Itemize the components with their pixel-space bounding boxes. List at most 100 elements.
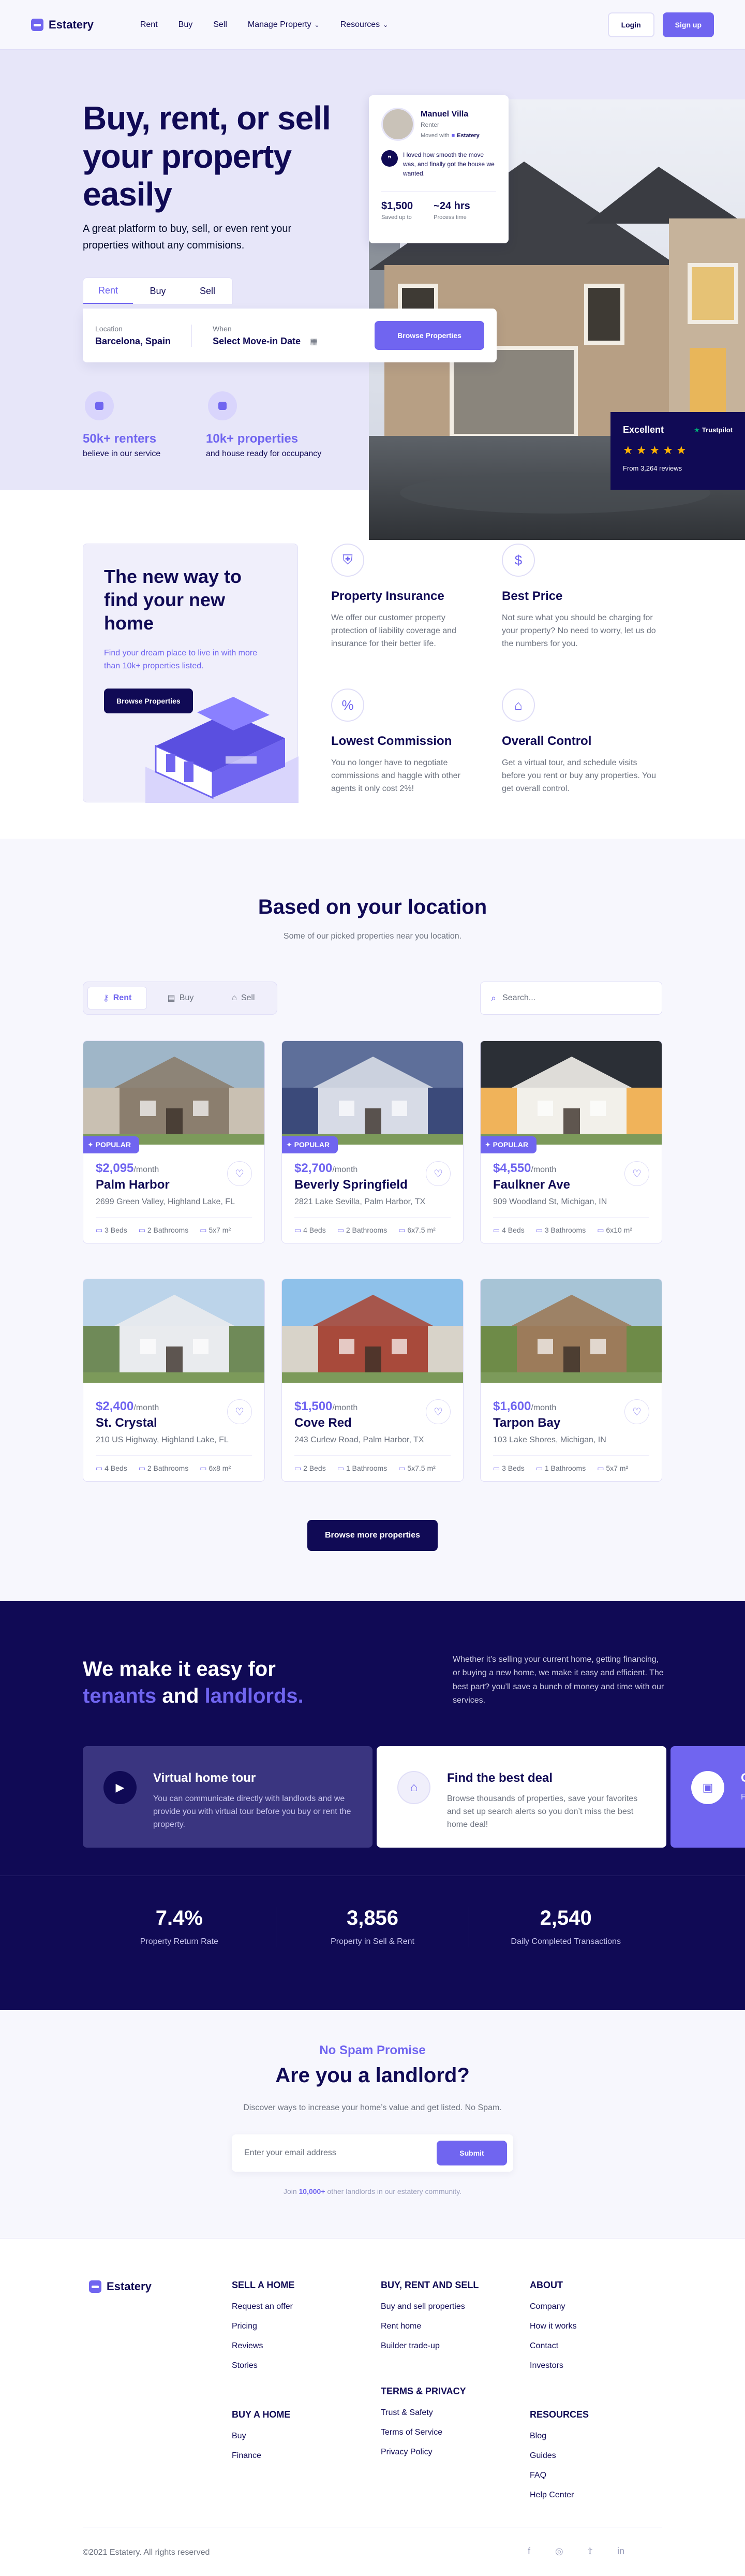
star-icon: ★ [636,444,647,457]
footer-link[interactable]: Company [530,2302,577,2311]
area-size: 5x7 m² [200,1226,231,1235]
location-field[interactable]: Location Barcelona, Spain [95,324,192,347]
browse-more-button[interactable]: Browse more properties [307,1520,438,1551]
favorite-heart-icon[interactable]: ♡ [426,1161,451,1186]
listing-search-input[interactable]: ⌕ Search... [480,982,662,1015]
footer-link[interactable]: Blog [530,2432,589,2441]
feature-property-insurance: ⛨ Property Insurance We offer our custom… [331,544,476,650]
search-icon: ⌕ [491,992,497,1003]
favorite-heart-icon[interactable]: ♡ [227,1161,252,1186]
house-photo [83,1295,264,1383]
location-value: Barcelona, Spain [95,335,171,346]
nav-manage-property-dropdown[interactable]: Manage Property ⌄ [248,20,320,30]
footer-link[interactable]: Buy [232,2432,290,2441]
footer-link[interactable]: Buy and sell properties [381,2302,479,2311]
submit-button[interactable]: Submit [437,2141,507,2165]
rating-label: Excellent [623,425,664,435]
favorite-heart-icon[interactable]: ♡ [426,1399,451,1424]
nav-buy-link[interactable]: Buy [178,20,193,30]
tab-rent[interactable]: Rent [83,278,133,304]
house-icon: ▤ [167,994,175,1003]
feature-desc: Get a virtual tour, and schedule visits … [502,758,656,793]
footer-link[interactable]: Trust & Safety [381,2408,466,2418]
testimonial-card: Manuel Villa Renter Moved with ■ Estater… [369,95,509,243]
property-card[interactable]: ♡ $2,400/month St. Crystal 210 US Highway, … [83,1279,265,1482]
easy-stats: 7.4% Property Return Rate 3,856 Property… [83,1907,662,1946]
when-label: When [213,324,232,333]
easy-card-title: Virtual home tour [153,1771,256,1785]
email-input[interactable]: Enter your email address [244,2148,437,2158]
instagram-icon[interactable]: ◎ [555,2546,563,2557]
brand-logo[interactable]: Estatery [31,18,94,32]
hero-subtitle: A great platform to buy, sell, or even r… [83,223,292,251]
footer-link[interactable]: Help Center [530,2491,589,2500]
location-label: Location [95,324,123,333]
facebook-icon[interactable]: f [528,2546,530,2557]
testimonial-role: Renter [421,121,440,128]
footer-link[interactable]: FAQ [530,2471,589,2480]
easy-card-best-deal[interactable]: ⌂ Find the best deal Browse thousands of… [377,1746,666,1848]
footer-link[interactable]: Privacy Policy [381,2448,466,2457]
hero-title: Buy, rent, or sell your property easily [83,99,331,213]
easy-section: We make it easy for tenants and landlord… [0,1601,745,2010]
property-image [83,1279,264,1383]
beds-count: 4 Beds [294,1226,326,1235]
login-button[interactable]: Login [607,12,654,37]
footer-link[interactable]: Guides [530,2451,589,2461]
tab-buy[interactable]: Buy [133,278,183,304]
favorite-heart-icon[interactable]: ♡ [624,1399,649,1424]
footer-link[interactable]: Terms of Service [381,2428,466,2437]
twitter-icon[interactable]: 𝕥 [588,2546,592,2557]
nav-rent-link[interactable]: Rent [140,20,158,30]
property-card[interactable]: ♡ $1,600/month Tarpon Bay 103 Lake Shores, … [480,1279,662,1482]
join-suffix: other landlords in our estatery communit… [327,2187,462,2196]
footer-link[interactable]: Contact [530,2341,577,2351]
footer-column-title: TERMS & PRIVACY [381,2386,466,2396]
property-address: 103 Lake Shores, Michigan, IN [493,1436,649,1456]
listing-tab-buy[interactable]: ▤ Buy [151,987,210,1009]
footer-link[interactable]: Reviews [232,2341,294,2351]
area-size: 6x8 m² [200,1464,231,1473]
footer-link[interactable]: Pricing [232,2322,294,2331]
footer-column: ABOUT Company How it works Contact Investors [530,2280,577,2381]
baths-count: 1 Bathrooms [337,1464,387,1473]
footer-link[interactable]: Builder trade-up [381,2341,479,2351]
signup-button[interactable]: Sign up [662,12,714,37]
baths-count: 2 Bathrooms [337,1226,387,1235]
easy-card-virtual-tour[interactable]: ▶ Virtual home tour You can communicate … [83,1746,373,1848]
property-card[interactable]: ✦ POPULAR ♡ $2,700/month Beverly Springfiel… [281,1041,464,1243]
saved-label: Saved up to [381,214,412,221]
linkedin-icon[interactable]: in [617,2546,624,2557]
beds-count: 3 Beds [493,1464,525,1473]
property-meta: 2 Beds 1 Bathrooms 5x7.5 m² [294,1464,451,1473]
moved-brand: Estatery [457,133,480,139]
footer-link[interactable]: Investors [530,2361,577,2370]
footer-link[interactable]: How it works [530,2322,577,2331]
feature-best-price: $ Best Price Not sure what you should be… [502,544,657,650]
moved-with-label: Moved with [421,133,450,139]
footer-logo[interactable]: Estatery [89,2280,152,2293]
beds-count: 2 Beds [294,1464,326,1473]
listing-tab-rent[interactable]: ⚷ Rent [87,987,147,1009]
footer-link[interactable]: Request an offer [232,2302,294,2311]
property-card[interactable]: ✦ POPULAR ♡ $4,550/month Faulkner Ave 909 Wo… [480,1041,662,1243]
property-card[interactable]: ✦ POPULAR ♡ $2,095/month Palm Harbor 2699 Gr… [83,1041,265,1243]
house-photo [83,1057,264,1145]
landlord-title: Are you a landlord? [275,2064,470,2087]
tab-sell[interactable]: Sell [183,278,232,304]
nav-resources-dropdown[interactable]: Resources ⌄ [340,20,389,30]
footer-link[interactable]: Rent home [381,2322,479,2331]
favorite-heart-icon[interactable]: ♡ [624,1161,649,1186]
property-card[interactable]: ♡ $1,500/month Cove Red 243 Curlew Road, Pa… [281,1279,464,1482]
nav-sell-link[interactable]: Sell [213,20,227,30]
favorite-heart-icon[interactable]: ♡ [227,1399,252,1424]
footer-link[interactable]: Finance [232,2451,290,2461]
footer-column-title: RESOURCES [530,2409,589,2420]
when-field[interactable]: When Select Move-in Date ▦ [213,325,318,347]
star-icon: ★ [623,444,633,457]
footer-column: SELL A HOME Request an offer Pricing Review… [232,2280,294,2381]
listing-tab-sell[interactable]: ⌂ Sell [214,987,273,1009]
easy-card-partial[interactable]: ▣ Ge Fin [671,1746,745,1848]
footer-link[interactable]: Stories [232,2361,294,2370]
browse-properties-button[interactable]: Browse Properties [375,321,484,350]
